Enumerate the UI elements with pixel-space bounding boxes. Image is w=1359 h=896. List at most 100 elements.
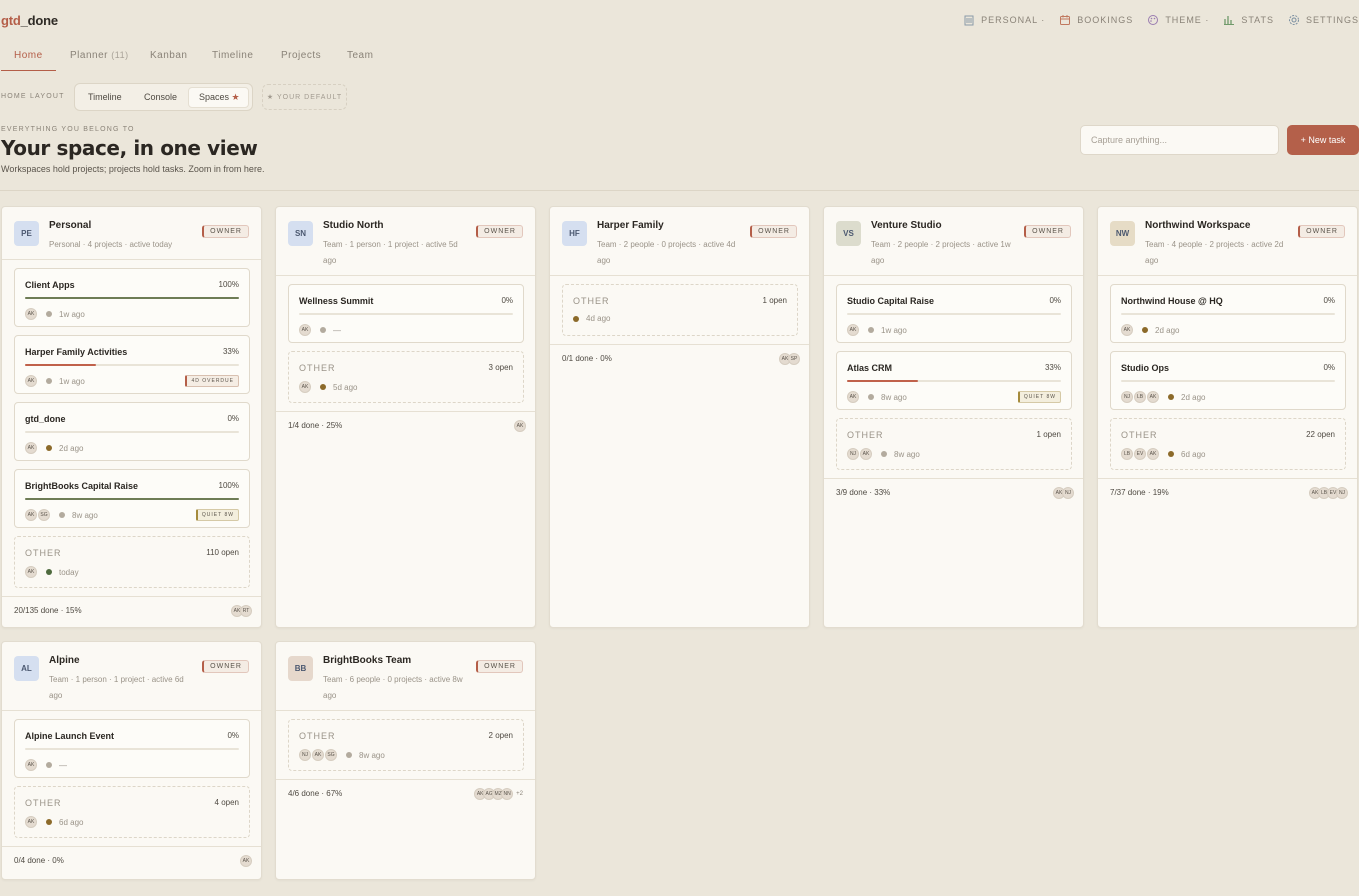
progress-bar (25, 748, 239, 750)
tab-team[interactable]: Team (347, 50, 373, 61)
avatar: AK (1147, 448, 1159, 460)
card-footer-summary: 3/9 done · 33% (836, 488, 891, 497)
card-divider (550, 344, 809, 345)
other-footer: AK today (25, 566, 79, 578)
workspace-meta: Team · 1 person · 1 project · active 6d … (49, 675, 184, 700)
project-card[interactable]: Client Apps 100% AK 1w ago (14, 268, 250, 327)
other-activity: 4d ago (586, 314, 611, 323)
workspace-card-harper[interactable]: HF Harper Family Team · 2 people · 0 proje… (549, 206, 810, 628)
project-card[interactable]: Harper Family Activities 33% AK 1w ago 4D OV… (14, 335, 250, 394)
layout-option-spaces[interactable]: Spaces ★ (199, 92, 240, 103)
project-name: gtd_done (25, 414, 66, 424)
project-activity: — (333, 325, 341, 335)
project-card[interactable]: Alpine Launch Event 0% AK — (14, 719, 250, 778)
project-card[interactable]: Studio Ops 0% NJ LB AK 2d ago (1110, 351, 1346, 410)
workspace-card-studio-north[interactable]: SN Studio North Team · 1 person · 1 projec… (275, 206, 536, 628)
layout-option-timeline[interactable]: Timeline (88, 92, 122, 102)
other-activity: today (59, 567, 79, 577)
card-footer-summary: 20/135 done · 15% (14, 606, 82, 615)
avatar: EV (1134, 448, 1146, 460)
owner-badge: OWNER (476, 660, 523, 673)
tab-home[interactable]: Home (14, 50, 43, 61)
other-bucket[interactable]: OTHER 4 open AK 6d ago (14, 786, 250, 838)
project-name: Studio Ops (1121, 363, 1169, 373)
status-dot (46, 762, 52, 768)
project-footer: AK — (25, 759, 67, 771)
workspace-card-brightbooks[interactable]: BB BrightBooks Team Team · 6 people · 0 pr… (275, 641, 536, 880)
workspace-card-personal[interactable]: PE Personal Personal · 4 projects · active… (1, 206, 262, 628)
progress-bar (1121, 313, 1335, 315)
other-bucket[interactable]: OTHER 1 open NJ AK 8w ago (836, 418, 1072, 470)
tab-kanban[interactable]: Kanban (150, 50, 187, 61)
workspace-card-alpine[interactable]: AL Alpine Team · 1 person · 1 project · ac… (1, 641, 262, 880)
stats-label: STATS (1241, 15, 1274, 25)
progress-bar (25, 431, 239, 433)
settings-label: SETTINGS (1305, 15, 1359, 25)
workspace-meta: Team · 2 people · 0 projects · active 4d… (597, 240, 736, 265)
card-footer-avatars: AK (514, 420, 526, 432)
other-label: OTHER (25, 798, 62, 808)
avatar: SP (788, 353, 800, 365)
card-footer-avatars: AK NJ (1053, 487, 1074, 499)
new-task-button[interactable]: + New task (1287, 125, 1359, 155)
capture-input[interactable]: Capture anything... (1080, 125, 1279, 155)
tab-planner[interactable]: Planner (11) (70, 50, 129, 61)
other-activity: 8w ago (894, 449, 920, 459)
workspace-card-northwind[interactable]: NW Northwind Workspace Team · 4 people · 2… (1097, 206, 1358, 628)
workspace-name: Harper Family (597, 220, 664, 231)
other-bucket[interactable]: OTHER 2 open NJ AK SG 8w ago (288, 719, 524, 771)
building-icon (964, 15, 974, 26)
avatar: AK (860, 448, 872, 460)
app-logo[interactable]: gtd_done (1, 13, 58, 28)
tab-projects[interactable]: Projects (281, 50, 321, 61)
project-activity: 2d ago (1155, 325, 1180, 335)
layout-option-spaces-label: Spaces (199, 92, 230, 102)
project-card[interactable]: Wellness Summit 0% AK — (288, 284, 524, 343)
layout-switch: Timeline Console Spaces ★ (74, 83, 253, 111)
other-footer: AK 5d ago (299, 381, 357, 393)
project-card[interactable]: Studio Capital Raise 0% AK 1w ago (836, 284, 1072, 343)
workspace-avatar: BB (288, 656, 313, 681)
avatar: AK (299, 324, 311, 336)
project-card[interactable]: gtd_done 0% AK 2d ago (14, 402, 250, 461)
main-tabs: Home Planner (11) Kanban Timeline Projec… (0, 48, 1359, 72)
card-divider (2, 710, 261, 711)
other-bucket[interactable]: OTHER 1 open 4d ago (562, 284, 798, 336)
personal-menu[interactable]: PERSONAL · (963, 14, 1045, 26)
other-count: 4 open (214, 798, 239, 807)
bookings-link[interactable]: BOOKINGS (1059, 14, 1133, 26)
project-card[interactable]: Northwind House @ HQ 0% AK 2d ago (1110, 284, 1346, 343)
other-footer: LB EV AK 6d ago (1121, 448, 1205, 460)
layout-option-console[interactable]: Console (144, 92, 177, 102)
card-footer-avatars: AK AG MZ NN +2 (474, 788, 523, 800)
other-bucket[interactable]: OTHER 22 open LB EV AK 6d ago (1110, 418, 1346, 470)
page-eyebrow: EVERYTHING YOU BELONG TO (1, 126, 135, 133)
other-count: 3 open (488, 363, 513, 372)
project-name: Wellness Summit (299, 296, 374, 306)
other-footer: AK 6d ago (25, 816, 83, 828)
workspace-name: Northwind Workspace (1145, 220, 1251, 231)
status-dot (346, 752, 352, 758)
project-activity: 1w ago (59, 376, 85, 386)
avatar: AK (240, 855, 252, 867)
avatar: AK (25, 759, 37, 771)
other-count: 1 open (762, 296, 787, 305)
other-count: 22 open (1306, 430, 1335, 439)
project-card[interactable]: BrightBooks Capital Raise 100% AK SG 8w ago Q… (14, 469, 250, 528)
owner-badge: OWNER (476, 225, 523, 238)
workspace-card-venture[interactable]: VS Venture Studio Team · 2 people · 2 proj… (823, 206, 1084, 628)
other-bucket[interactable]: OTHER 110 open AK today (14, 536, 250, 588)
tab-planner-count: (11) (111, 50, 129, 60)
progress-bar (847, 380, 1061, 382)
avatar: SG (325, 749, 337, 761)
other-bucket[interactable]: OTHER 3 open AK 5d ago (288, 351, 524, 403)
top-bar: gtd_done PERSONAL · BOOKINGS THEME · STA… (0, 0, 1359, 40)
project-card[interactable]: Atlas CRM 33% AK 8w ago QUIET 8W (836, 351, 1072, 410)
tab-timeline[interactable]: Timeline (212, 50, 253, 61)
card-divider (2, 259, 261, 260)
stats-link[interactable]: STATS (1223, 14, 1274, 26)
avatar: AK (1121, 324, 1133, 336)
settings-link[interactable]: SETTINGS (1288, 14, 1359, 26)
your-default-button[interactable]: ★ YOUR DEFAULT (262, 84, 347, 110)
theme-menu[interactable]: THEME · (1147, 14, 1209, 26)
